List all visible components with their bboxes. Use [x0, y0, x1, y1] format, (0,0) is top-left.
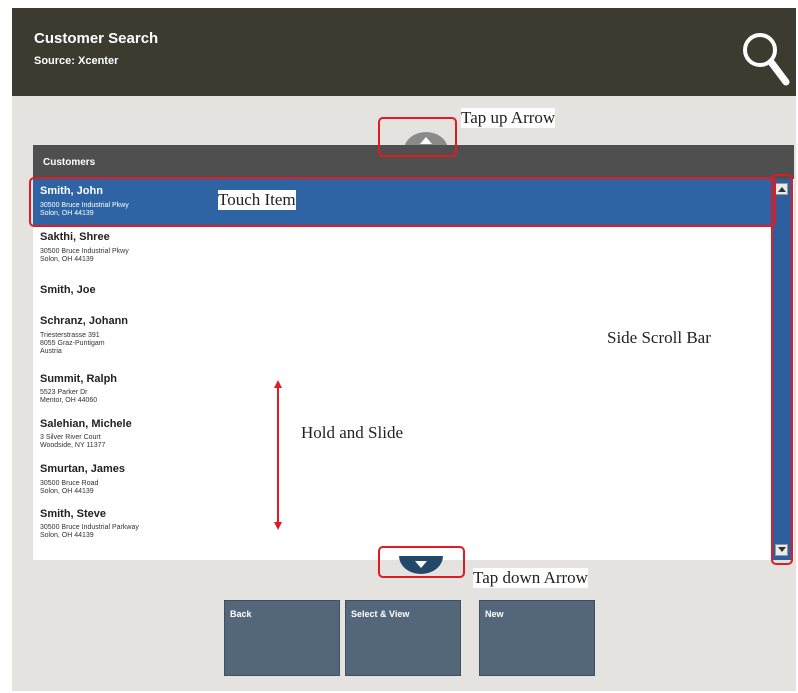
callout-hold-slide: Hold and Slide — [301, 423, 403, 443]
source-label: Source: Xcenter — [34, 55, 119, 67]
address-line: Solon, OH 44139 — [40, 532, 94, 539]
header-bar: Customer Search Source: Xcenter — [12, 8, 796, 96]
address-line: Solon, OH 44139 — [40, 256, 94, 263]
new-button[interactable]: New — [479, 600, 595, 676]
customer-rows[interactable]: Smith, John 30500 Bruce Industrial Pkwy … — [33, 179, 771, 560]
address-line: Solon, OH 44139 — [40, 488, 94, 495]
back-button-label: Back — [230, 609, 252, 619]
address-line: 5523 Parker Dr — [40, 389, 88, 396]
customer-name: Sakthi, Shree — [40, 231, 110, 243]
app-window: Customer Search Source: Xcenter Customer… — [12, 8, 796, 691]
customer-row-smurtan-james[interactable]: Smurtan, James 30500 Bruce Road Solon, O… — [33, 458, 771, 504]
address-line: Mentor, OH 44060 — [40, 397, 98, 404]
customer-row-sakthi-shree[interactable]: Sakthi, Shree 30500 Bruce Industrial Pkw… — [33, 226, 771, 272]
callout-tap-down: Tap down Arrow — [473, 568, 588, 588]
list-header-label: Customers — [43, 157, 96, 168]
callout-tap-up: Tap up Arrow — [461, 108, 556, 128]
customer-name: Smith, Joe — [40, 284, 96, 296]
address-line: Austria — [40, 348, 62, 355]
address-line: 30500 Bruce Road — [40, 480, 99, 487]
customer-name: Smith, Steve — [40, 508, 107, 520]
hold-slide-arrow — [274, 380, 282, 530]
search-icon[interactable] — [740, 30, 790, 86]
customer-row-smith-joe[interactable]: Smith, Joe — [33, 271, 771, 308]
customer-row-summit-ralph[interactable]: Summit, Ralph 5523 Parker Dr Mentor, OH … — [33, 367, 771, 413]
address-line: Triesterstrasse 391 — [40, 332, 100, 339]
page-title: Customer Search — [34, 30, 159, 47]
address-line: 30500 Bruce Industrial Parkway — [40, 524, 139, 531]
touch-item-highlight — [29, 177, 776, 227]
down-arrow-highlight — [378, 546, 465, 578]
address-line: Woodside, NY 11377 — [40, 442, 106, 449]
select-view-button[interactable]: Select & View — [345, 600, 461, 676]
customer-name: Smurtan, James — [40, 463, 125, 475]
customer-name: Summit, Ralph — [40, 373, 118, 385]
back-button[interactable]: Back — [224, 600, 340, 676]
up-arrow-highlight — [378, 117, 457, 157]
customer-name: Schranz, Johann — [40, 315, 129, 327]
address-line: 8055 Graz-Puntigam — [40, 340, 105, 347]
address-line: 3 Silver River Court — [40, 434, 101, 441]
customer-name: Salehian, Michele — [40, 418, 132, 430]
address-line: 30500 Bruce Industrial Pkwy — [40, 248, 129, 255]
callout-touch-item: Touch Item — [218, 190, 296, 210]
scrollbar-highlight — [771, 174, 793, 565]
new-button-label: New — [485, 609, 504, 619]
callout-side-scroll: Side Scroll Bar — [607, 328, 711, 348]
select-view-button-label: Select & View — [351, 609, 410, 619]
